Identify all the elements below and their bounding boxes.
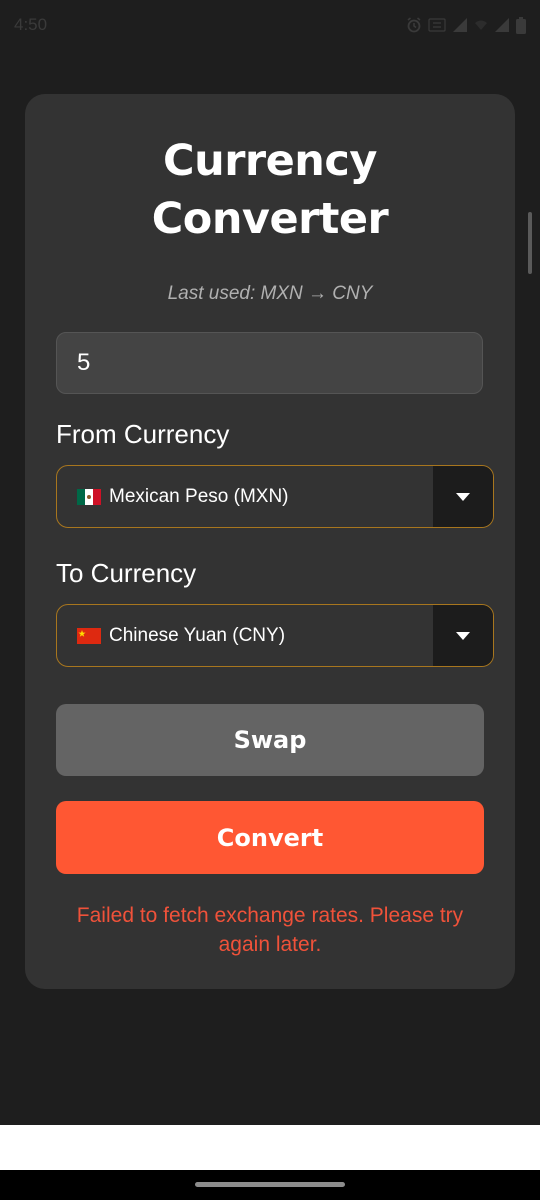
title-line-2: Converter [151,194,389,244]
to-currency-value: Chinese Yuan (CNY) [57,625,433,647]
signal-icon [452,17,468,33]
status-time: 4:50 [14,15,48,34]
page-title: Currency Converter [0,132,540,248]
status-icons [406,16,526,34]
error-message: Failed to fetch exchange rates. Please t… [76,904,464,956]
china-flag-icon [77,627,101,644]
alarm-icon [406,17,422,33]
to-currency-label: To Currency [56,558,197,588]
last-used-text: Last used: MXN → CNY [167,283,373,304]
battery-icon [516,16,526,34]
from-currency-label: From Currency [56,419,230,449]
data-icon [428,17,446,33]
wifi-icon [474,18,488,32]
from-currency-value: Mexican Peso (MXN) [57,486,433,508]
to-currency-text: Chinese Yuan (CNY) [109,624,286,646]
bottom-area [0,1125,540,1170]
chevron-down-icon[interactable] [433,605,493,666]
home-handle[interactable] [195,1182,345,1187]
signal-icon-2 [494,17,510,33]
chevron-down-icon[interactable] [433,466,493,527]
from-currency-select[interactable]: Mexican Peso (MXN) [56,465,494,528]
from-currency-text: Mexican Peso (MXN) [109,485,289,507]
amount-input[interactable] [56,332,483,394]
to-currency-select[interactable]: Chinese Yuan (CNY) [56,604,494,667]
mexico-flag-icon [77,488,101,505]
title-line-1: Currency [163,136,377,186]
convert-button[interactable]: Convert [56,801,484,874]
swap-button[interactable]: Swap [56,704,484,776]
status-bar: 4:50 [0,0,540,50]
